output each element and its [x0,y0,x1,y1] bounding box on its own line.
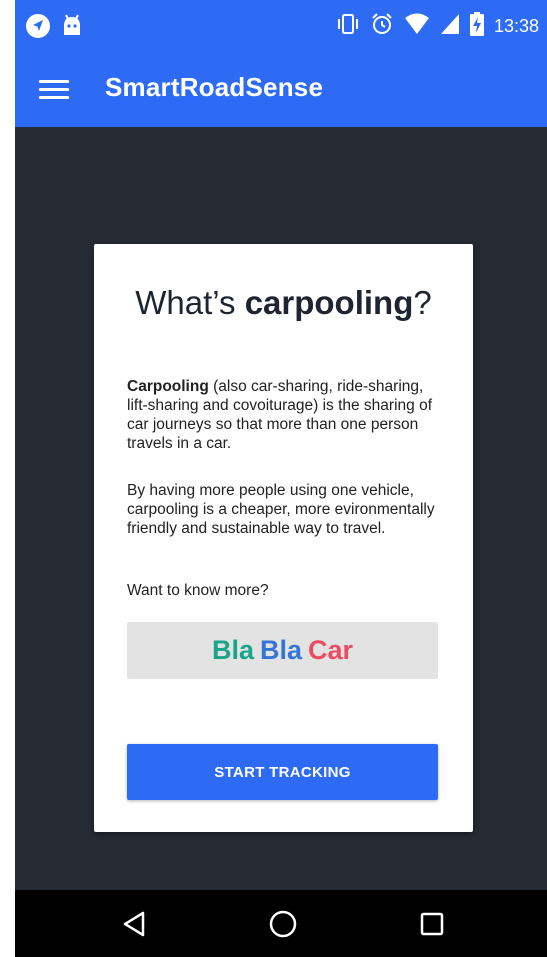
status-icons: 13:38 [336,11,539,41]
android-icon [61,13,83,44]
heading-bold: carpooling [244,284,414,321]
heading-prefix: What’s [135,284,245,321]
card-heading: What’s carpooling? [94,284,473,322]
blablacar-link-button[interactable]: Bla Bla Car [127,622,438,679]
definition-bold: Carpooling [127,378,209,395]
blablacar-logo-bla1: Bla [211,635,254,665]
hamburger-menu-icon[interactable] [39,75,71,105]
status-time: 13:38 [493,15,539,36]
carpooling-definition: Carpooling (also car-sharing, ride-shari… [127,377,443,453]
carpooling-benefits: By having more people using one vehicle,… [127,482,435,537]
phone-screen: 13:38 SmartRoadSense What’s carpooling? … [15,0,547,957]
carpooling-card: What’s carpooling? Carpooling (also car-… [94,244,473,832]
home-circle-icon[interactable] [265,906,301,942]
app-title: SmartRoadSense [105,72,324,102]
signal-icon [440,13,460,40]
know-more-text: Want to know more? [127,582,269,599]
recents-square-icon[interactable] [414,906,450,942]
vibrate-icon [336,13,360,40]
start-tracking-button[interactable]: START TRACKING [127,744,438,800]
navigation-icon [25,13,51,44]
heading-suffix: ? [413,284,432,321]
system-nav-bar [15,890,547,957]
screen-margin [0,0,15,957]
blablacar-logo-bla2: Bla [259,635,303,665]
app-bar: SmartRoadSense [15,52,547,127]
blablacar-logo-car: Car [308,635,354,665]
status-bar: 13:38 [15,0,547,52]
alarm-icon [370,12,394,41]
back-triangle-icon[interactable] [117,906,153,942]
wifi-icon [404,13,430,40]
battery-charging-icon [469,11,484,41]
